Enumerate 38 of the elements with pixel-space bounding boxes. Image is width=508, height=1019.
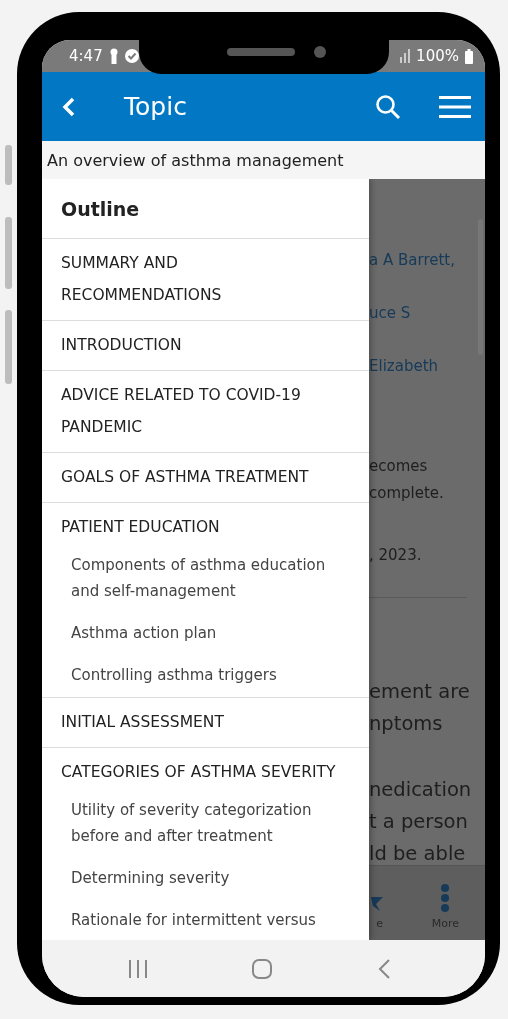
drawer-title: Outline [61,197,140,220]
home-icon[interactable] [252,958,272,979]
article-text: nptoms [369,712,444,735]
speaker-slot [227,48,295,56]
search-icon[interactable] [375,93,401,120]
outline-item[interactable]: ADVICE RELATED TO COVID-19 PANDEMIC [42,371,369,452]
article-text: nedication [369,778,473,801]
article-text: complete. [369,484,445,502]
article-text: ement are [369,680,471,703]
recent-apps-icon[interactable] [128,958,148,979]
article-text: t a person [369,810,469,833]
outline-item[interactable]: SUMMARY AND RECOMMENDATIONS [42,239,369,320]
page-title: Topic [124,92,188,121]
outline-subitem[interactable]: Components of asthma education and self-management [42,550,369,612]
more-icon [440,883,451,913]
outline-subitem[interactable]: Controlling asthma triggers [42,654,369,696]
article-text: ld be able [369,842,467,865]
status-time: 4:47 [69,47,103,65]
signal-icon [400,49,411,63]
camera-dot [314,46,326,58]
outline-item[interactable]: PATIENT EDUCATION [42,503,369,550]
outline-item[interactable]: INTRODUCTION [42,321,369,370]
outline-subitem[interactable]: Determining severity [42,857,369,899]
outline-subitem[interactable]: Rationale for intermittent versus [42,899,369,940]
outline-subitem[interactable]: Utility of severity categorization before and after treatment [42,795,369,857]
menu-icon[interactable] [439,94,471,119]
article-text: ecomes [369,457,429,475]
outline-item[interactable]: GOALS OF ASTHMA TREATMENT [42,453,369,502]
article-text: , 2023. [369,546,423,564]
outline-item[interactable]: CATEGORIES OF ASTHMA SEVERITY [42,748,369,795]
article-title: An overview of asthma management [47,150,344,170]
battery-icon [465,48,473,64]
person-icon [108,48,119,64]
outline-item[interactable]: INITIAL ASSESSMENT [42,698,369,747]
check-icon [124,49,139,63]
battery-percent: 100% [416,47,459,65]
outline-subitem[interactable]: Asthma action plan [42,612,369,654]
back-icon[interactable] [378,958,390,979]
